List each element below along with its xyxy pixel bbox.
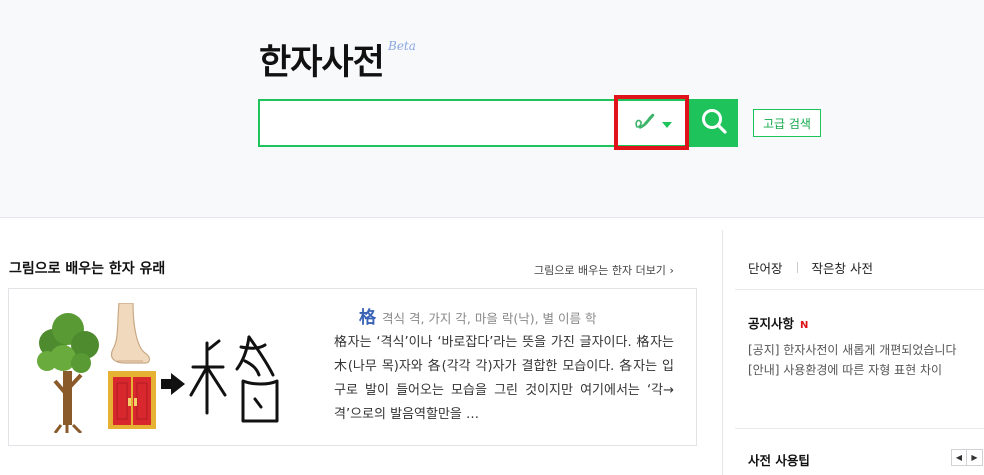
arrow-right-icon [161, 373, 185, 395]
new-badge: N [800, 320, 809, 331]
section-title: 그림으로 배우는 한자 유래 [9, 261, 166, 277]
divider [735, 289, 984, 290]
foot-icon [110, 303, 151, 364]
tab-wordbook[interactable]: 단어장 [748, 258, 783, 277]
notice-title-label: 공지사항 [748, 316, 795, 331]
hanja-meanings: 격식 격, 가지 각, 마을 락(낙), 별 이름 학 [382, 311, 597, 326]
tips-title: 사전 사용팁 [748, 453, 810, 468]
search-header-area: 한자사전 Beta 고급 검색 [0, 0, 984, 218]
next-button[interactable]: ▶ [967, 449, 983, 466]
search-input[interactable] [260, 101, 612, 145]
tree-icon [37, 313, 99, 433]
beta-label: Beta [388, 39, 416, 53]
hanja-char[interactable]: 格 [359, 308, 376, 328]
ancient-glyph-icon [189, 335, 279, 423]
notice-item[interactable]: [공지] 한자사전이 새롭게 개편되었습니다 [748, 340, 984, 360]
tips-pager: ◀ ▶ [951, 449, 983, 466]
search-box [258, 95, 689, 150]
hanja-origin-card[interactable]: 格 격식 격, 가지 각, 마을 락(낙), 별 이름 학 格자는 ‘격식’이나 … [8, 288, 697, 446]
brush-icon [632, 110, 656, 136]
caret-left-icon: ◀ [955, 453, 963, 462]
notice-item[interactable]: [안내] 사용환경에 따른 자형 표현 차이 [748, 360, 984, 380]
hanja-heading: 格 격식 격, 가지 각, 마을 락(낙), 별 이름 학 [359, 303, 596, 328]
page-title[interactable]: 한자사전 [259, 34, 385, 85]
handwriting-input-button[interactable] [614, 95, 689, 150]
side-tabs: 단어장 작은창 사전 [748, 258, 873, 277]
notice-title: 공지사항 N [748, 313, 808, 332]
tab-separator [796, 262, 798, 273]
tab-mini-dictionary[interactable]: 작은창 사전 [812, 258, 873, 277]
prev-button[interactable]: ◀ [951, 449, 967, 466]
hanja-origin-illustration [37, 303, 279, 433]
door-icon [108, 371, 156, 429]
divider [735, 428, 984, 429]
chevron-right-icon: › [669, 264, 674, 277]
notice-list: [공지] 한자사전이 새롭게 개편되었습니다 [안내] 사용환경에 따른 자형 … [748, 340, 984, 380]
search-icon [701, 108, 727, 138]
advanced-search-button[interactable]: 고급 검색 [753, 109, 821, 137]
column-divider [722, 230, 723, 475]
more-link[interactable]: 그림으로 배우는 한자 더보기 › [534, 262, 674, 278]
hanja-description: 格자는 ‘격식’이나 ‘바로잡다’라는 뜻을 가진 글자이다. 格자는 木(나무… [334, 335, 674, 422]
caret-down-icon [661, 113, 672, 132]
search-button[interactable] [689, 99, 738, 147]
caret-right-icon: ▶ [971, 453, 978, 462]
more-link-label: 그림으로 배우는 한자 더보기 [534, 264, 666, 277]
